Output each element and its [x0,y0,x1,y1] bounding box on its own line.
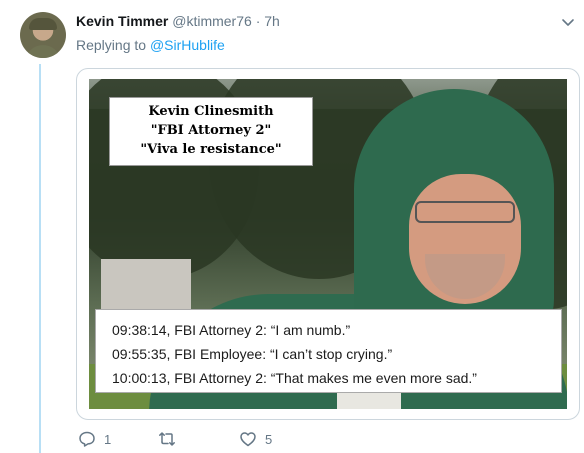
thread-connector-line [39,64,41,453]
reply-count: 1 [104,431,112,447]
meta-separator: · [255,13,261,29]
caption-top-line: "Viva le resistance" [140,142,282,157]
tweet-header: Kevin Timmer @ktimmer76 · 7h [76,12,280,30]
like-button[interactable]: 5 [239,430,272,448]
replying-to-line: Replying to @SirHublife [76,37,225,53]
replying-mention-link[interactable]: @SirHublife [150,37,225,53]
tweet-media[interactable]: Kevin Clinesmith "FBI Attorney 2" "Viva … [76,68,580,420]
tweet-time[interactable]: 7h [264,13,280,29]
caption-top-line: Kevin Clinesmith [148,104,274,119]
author-handle[interactable]: @ktimmer76 [172,13,252,29]
caption-quote-line: 10:00:13, FBI Attorney 2: “That makes me… [112,370,477,386]
caption-top-line: "FBI Attorney 2" [150,123,272,138]
retweet-button[interactable] [158,430,184,448]
meme-photo: Kevin Clinesmith "FBI Attorney 2" "Viva … [89,79,567,409]
retweet-icon [159,432,175,446]
photo-glasses [415,201,515,223]
tweet-actions: 1 5 [76,430,376,450]
avatar[interactable] [20,12,66,58]
caption-bottom-box: 09:38:14, FBI Attorney 2: “I am numb.” 0… [95,309,562,393]
author-name[interactable]: Kevin Timmer [76,13,168,29]
reply-button[interactable]: 1 [78,430,111,448]
caption-top-box: Kevin Clinesmith "FBI Attorney 2" "Viva … [109,97,313,166]
caption-quote-line: 09:55:35, FBI Employee: “I can’t stop cr… [112,346,393,362]
replying-prefix: Replying to [76,37,147,53]
like-count: 5 [265,431,273,447]
like-icon [240,432,256,447]
avatar-cap [29,18,57,30]
chevron-down-icon[interactable] [560,14,576,30]
caption-quote-line: 09:38:14, FBI Attorney 2: “I am numb.” [112,322,351,338]
reply-icon [79,431,95,447]
avatar-shirt [25,45,61,58]
